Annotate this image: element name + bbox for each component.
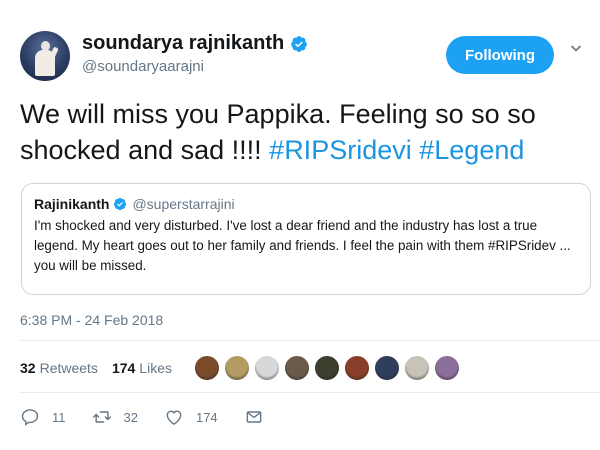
author-name-block: soundarya rajnikanth @soundaryaarajni bbox=[82, 32, 308, 75]
tweet-timestamp[interactable]: 6:38 PM - 24 Feb 2018 bbox=[20, 312, 163, 328]
liker-avatars bbox=[193, 355, 464, 381]
like-count: 174 bbox=[195, 409, 218, 425]
verified-badge-icon bbox=[291, 35, 308, 52]
liker-avatar[interactable] bbox=[373, 355, 400, 381]
retweets-count: 32 bbox=[20, 360, 36, 376]
likes-label: Likes bbox=[139, 360, 172, 376]
liker-avatar[interactable] bbox=[253, 355, 280, 381]
reply-icon bbox=[21, 409, 39, 426]
heart-icon bbox=[166, 410, 182, 425]
quoted-author-name: Rajinikanth bbox=[34, 196, 110, 212]
liker-avatar[interactable] bbox=[223, 355, 250, 381]
reply-action[interactable]: 11 bbox=[20, 407, 66, 427]
tweet-stats: 32 Retweets 174 Likes bbox=[20, 352, 464, 384]
author-avatar[interactable] bbox=[20, 31, 70, 81]
retweets-stat[interactable]: 32 Retweets bbox=[20, 360, 98, 376]
quoted-author-handle: @superstarrajini bbox=[132, 196, 235, 212]
liker-avatar[interactable] bbox=[193, 355, 220, 381]
reply-count: 11 bbox=[52, 409, 66, 425]
hashtag-legend[interactable]: #Legend bbox=[419, 135, 524, 165]
liker-avatar[interactable] bbox=[403, 355, 430, 381]
retweet-action[interactable]: 32 bbox=[92, 407, 138, 427]
liker-avatar[interactable] bbox=[433, 355, 460, 381]
likes-count: 174 bbox=[111, 360, 136, 376]
envelope-icon bbox=[246, 411, 262, 423]
tweet-actions: 11 32 174 bbox=[20, 402, 302, 432]
chevron-down-icon[interactable] bbox=[570, 42, 582, 54]
retweet-count: 32 bbox=[123, 409, 138, 425]
liker-avatar[interactable] bbox=[343, 355, 370, 381]
quoted-tweet-card[interactable]: Rajinikanth @superstarrajini I'm shocked… bbox=[21, 183, 591, 295]
liker-avatar[interactable] bbox=[313, 355, 340, 381]
tweet-text: We will miss you Pappika. Feeling so so … bbox=[20, 96, 590, 168]
following-button[interactable]: Following bbox=[446, 36, 554, 74]
hashtag-ripsridevi[interactable]: #RIPSridevi bbox=[269, 135, 412, 165]
author-handle[interactable]: @soundaryaarajni bbox=[82, 58, 308, 75]
retweets-label: Retweets bbox=[39, 360, 98, 376]
likes-stat[interactable]: 174 Likes bbox=[112, 360, 172, 376]
quoted-tweet-header: Rajinikanth @superstarrajini bbox=[34, 196, 578, 212]
liker-avatar[interactable] bbox=[283, 355, 310, 381]
divider bbox=[20, 392, 600, 393]
direct-message-action[interactable] bbox=[244, 407, 276, 427]
retweet-icon bbox=[92, 411, 111, 423]
divider bbox=[20, 340, 600, 341]
author-display-name[interactable]: soundarya rajnikanth bbox=[82, 32, 284, 55]
like-action[interactable]: 174 bbox=[164, 407, 218, 427]
author-display-name-row[interactable]: soundarya rajnikanth bbox=[82, 32, 308, 55]
quoted-tweet-text: I'm shocked and very disturbed. I've los… bbox=[34, 218, 571, 273]
verified-badge-icon bbox=[114, 197, 127, 211]
tweet-header: soundarya rajnikanth @soundaryaarajni Fo… bbox=[20, 28, 582, 84]
